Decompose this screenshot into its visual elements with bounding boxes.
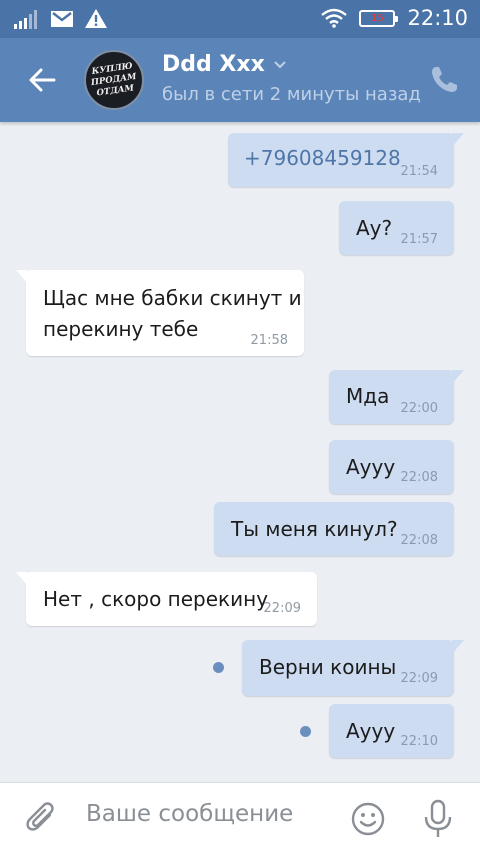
message-bubble-outgoing[interactable]: Ты меня кинул? 22:08 xyxy=(214,502,454,556)
message-time: 21:58 xyxy=(250,333,288,348)
bubble-tail xyxy=(452,370,464,384)
message-time: 21:57 xyxy=(400,232,438,247)
message-text: Аууу xyxy=(346,455,396,479)
warning-icon xyxy=(85,9,107,28)
contact-name-row[interactable]: Ddd Xxx xyxy=(162,52,287,77)
message-time: 22:09 xyxy=(400,671,438,686)
message-text: Аууу xyxy=(346,719,396,743)
message-text: Верни коины xyxy=(259,655,397,679)
signal-icon xyxy=(14,9,37,29)
message-text: Ты меня кинул? xyxy=(231,517,398,541)
battery-level: 15 xyxy=(371,12,384,24)
avatar[interactable]: КУПЛЮ ПРОДАМ ОТДАМ xyxy=(84,50,144,110)
status-time: 22:10 xyxy=(407,6,468,30)
message-bubble-outgoing[interactable]: Мда 22:00 xyxy=(329,370,464,424)
message-time: 22:00 xyxy=(400,401,438,416)
bubble-tail xyxy=(16,572,28,586)
bubble-tail xyxy=(16,270,28,284)
status-bar-left xyxy=(14,8,108,29)
back-arrow-icon[interactable] xyxy=(26,64,58,96)
message-time: 22:09 xyxy=(263,601,301,616)
status-bar: 15 22:10 xyxy=(0,0,480,38)
wifi-icon xyxy=(321,8,348,28)
message-time: 22:08 xyxy=(400,533,438,548)
message-bubble-outgoing[interactable]: Аууу 22:10 xyxy=(329,704,454,758)
phone-icon[interactable] xyxy=(428,64,460,96)
message-text-phone-link[interactable]: +79608459128 xyxy=(244,143,401,174)
message-bubble-incoming[interactable]: Щас мне бабки скинут и перекину тебе 21:… xyxy=(16,270,304,356)
unread-indicator-dot xyxy=(300,726,311,737)
message-time: 22:10 xyxy=(400,734,438,749)
message-time: 22:08 xyxy=(400,470,438,485)
avatar-label: КУПЛЮ ПРОДАМ ОТДАМ xyxy=(90,60,138,98)
contact-status: был в сети 2 минуты назад xyxy=(162,84,421,105)
message-composer xyxy=(0,782,480,854)
message-text: Нет , скоро перекину xyxy=(43,587,269,611)
message-bubble-outgoing[interactable]: Верни коины 22:09 xyxy=(242,640,464,696)
battery-icon: 15 xyxy=(359,9,399,27)
status-bar-right: 15 22:10 xyxy=(321,6,468,30)
message-input[interactable] xyxy=(86,801,336,827)
unread-indicator-dot xyxy=(213,662,224,673)
bubble-tail xyxy=(452,640,464,654)
message-bubble-outgoing[interactable]: Аууу 22:08 xyxy=(329,440,454,494)
bubble-tail xyxy=(452,133,464,147)
microphone-icon[interactable] xyxy=(420,799,456,839)
chat-header: КУПЛЮ ПРОДАМ ОТДАМ Ddd Xxx был в сети 2 … xyxy=(0,38,480,122)
emoji-icon[interactable] xyxy=(350,801,386,837)
contact-name[interactable]: Ddd Xxx xyxy=(162,52,265,77)
mail-icon xyxy=(51,10,73,27)
message-time: 21:54 xyxy=(400,164,438,179)
paperclip-icon[interactable] xyxy=(24,801,60,837)
message-text: Мда xyxy=(346,384,390,408)
message-bubble-outgoing[interactable]: +79608459128 21:54 xyxy=(228,133,464,187)
message-text: Ау? xyxy=(356,216,393,240)
message-bubble-outgoing[interactable]: Ау? 21:57 xyxy=(339,201,454,255)
chevron-down-icon[interactable] xyxy=(273,60,287,70)
message-bubble-incoming[interactable]: Нет , скоро перекину 22:09 xyxy=(16,572,317,626)
